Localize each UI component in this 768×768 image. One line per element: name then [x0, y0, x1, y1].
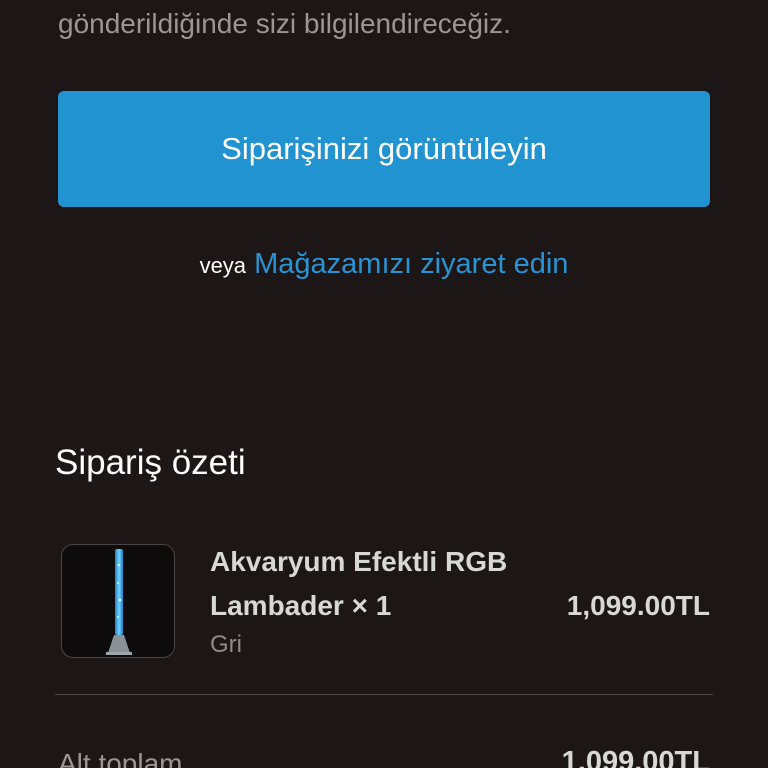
or-text: veya — [199, 253, 247, 278]
product-variant: Gri — [210, 631, 242, 658]
product-price: 1,099.00TL — [566, 590, 710, 621]
alternative-action: veya Mağazamızı ziyaret edin — [0, 244, 768, 286]
summary-divider — [55, 694, 713, 695]
visit-store-link[interactable]: Mağazamızı ziyaret edin — [254, 248, 568, 280]
subtotal-label: Alt toplam — [58, 748, 183, 768]
rgb-floor-lamp-icon — [106, 549, 132, 655]
order-confirmation-page: gönderildiğinde sizi bilgilendireceğiz. … — [0, 0, 768, 768]
product-name: Akvaryum Efektli RGB Lambader × 1 — [210, 540, 520, 628]
product-thumbnail — [61, 544, 175, 658]
subtotal-value: 1,099.00TL — [561, 746, 710, 768]
order-summary-title: Sipariş özeti — [55, 443, 246, 482]
view-order-button[interactable]: Siparişinizi görüntüleyin — [58, 91, 710, 207]
product-quantity: × 1 — [351, 590, 392, 621]
confirmation-message: gönderildiğinde sizi bilgilendireceğiz. — [58, 8, 511, 39]
